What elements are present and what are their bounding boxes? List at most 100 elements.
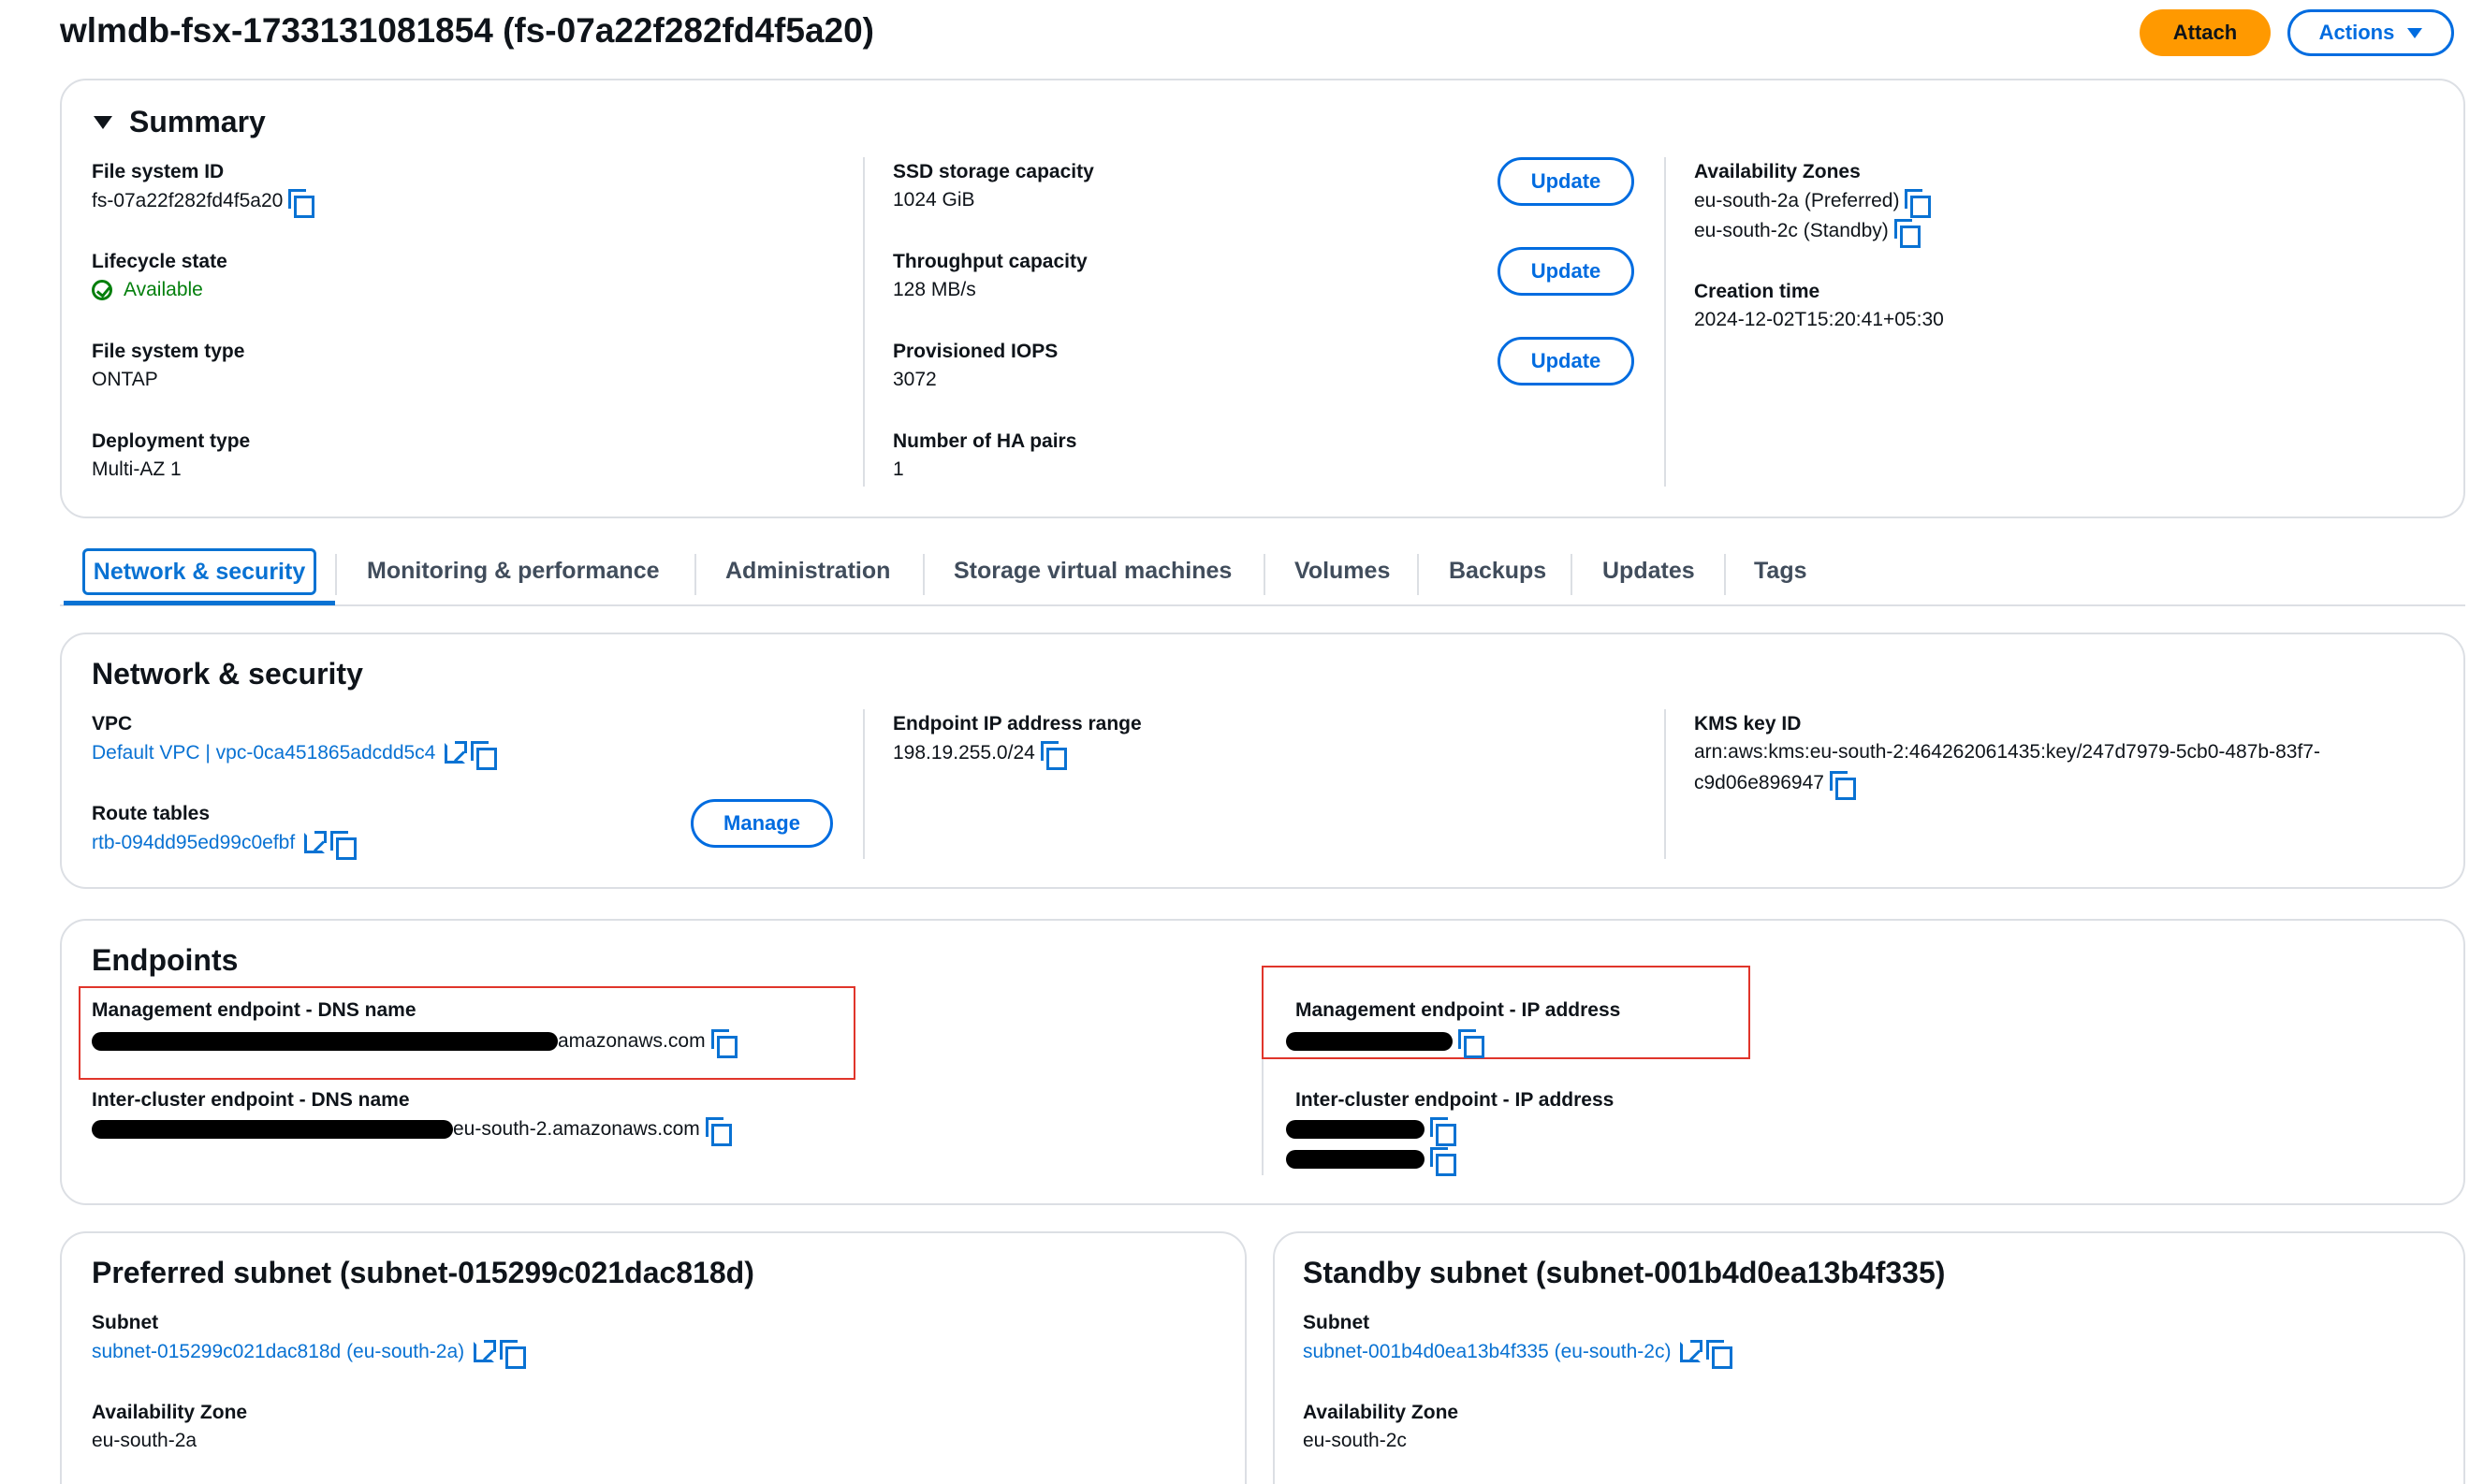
tab-monitoring-performance[interactable]: Monitoring & performance [367, 558, 660, 585]
update-storage-button[interactable]: Update [1498, 157, 1634, 206]
availability-zone-standby: eu-south-2c (Standby) [1694, 219, 1921, 248]
copy-icon[interactable] [1430, 1117, 1456, 1146]
external-link-icon[interactable] [304, 831, 328, 853]
tab-separator [1417, 554, 1419, 595]
copy-icon[interactable] [330, 831, 358, 860]
creation-time-label: Creation time [1694, 281, 1820, 302]
lifecycle-state-value: Available [92, 279, 203, 301]
actions-label: Actions [2318, 21, 2395, 44]
endpoint-ip-range-text: 198.19.255.0/24 [893, 742, 1035, 764]
external-link-icon[interactable] [445, 741, 468, 764]
vpc-link[interactable]: Default VPC | vpc-0ca451865adcdd5c4 [92, 741, 498, 770]
active-tab-indicator [64, 601, 335, 605]
creation-time-value: 2024-12-02T15:20:41+05:30 [1694, 309, 1944, 330]
intercluster-ip-value-2 [1286, 1147, 1456, 1176]
deployment-type-value: Multi-AZ 1 [92, 458, 182, 480]
copy-icon[interactable] [471, 741, 498, 770]
tab-volumes[interactable]: Volumes [1294, 558, 1390, 585]
copy-icon[interactable] [1905, 189, 1932, 218]
tab-separator [1264, 554, 1265, 595]
standby-subnet-text[interactable]: subnet-001b4d0ea13b4f335 (eu-south-2c) [1303, 1341, 1671, 1363]
copy-icon[interactable] [1829, 771, 1856, 800]
column-divider [1664, 709, 1666, 859]
file-system-id-label: File system ID [92, 161, 225, 182]
endpoint-ip-range-value: 198.19.255.0/24 [893, 741, 1067, 770]
redacted-block [92, 1032, 558, 1051]
network-security-heading: Network & security [92, 657, 363, 691]
caret-down-icon [2407, 27, 2423, 38]
manage-route-tables-button[interactable]: Manage [691, 799, 833, 848]
redacted-block [92, 1120, 453, 1139]
attach-button[interactable]: Attach [2140, 9, 2271, 56]
standby-az-value: eu-south-2c [1303, 1430, 1407, 1451]
mgmt-dns-value: amazonaws.com [92, 1029, 738, 1058]
kms-key-label: KMS key ID [1694, 713, 1802, 735]
route-table-link[interactable]: rtb-094dd95ed99c0efbf [92, 831, 358, 860]
standby-az-label: Availability Zone [1303, 1402, 1459, 1423]
actions-dropdown-button[interactable]: Actions [2287, 9, 2454, 56]
collapse-caret-icon[interactable] [94, 116, 112, 129]
az-preferred-text: eu-south-2a (Preferred) [1694, 190, 1900, 211]
provisioned-iops-label: Provisioned IOPS [893, 341, 1059, 362]
endpoints-heading: Endpoints [92, 943, 239, 977]
column-divider [1664, 157, 1666, 487]
tab-updates[interactable]: Updates [1602, 558, 1695, 585]
file-system-id-text: fs-07a22f282fd4f5a20 [92, 190, 284, 211]
vpc-text[interactable]: Default VPC | vpc-0ca451865adcdd5c4 [92, 742, 435, 764]
preferred-az-value: eu-south-2a [92, 1430, 197, 1451]
copy-icon[interactable] [288, 189, 315, 218]
summary-heading[interactable]: Summary [129, 105, 266, 139]
endpoint-ip-range-label: Endpoint IP address range [893, 713, 1142, 735]
preferred-subnet-text[interactable]: subnet-015299c021dac818d (eu-south-2a) [92, 1341, 464, 1363]
copy-icon[interactable] [500, 1340, 527, 1369]
ssd-storage-label: SSD storage capacity [893, 161, 1094, 182]
copy-icon[interactable] [1893, 219, 1921, 248]
copy-icon[interactable] [1706, 1340, 1733, 1369]
update-iops-button[interactable]: Update [1498, 337, 1634, 386]
file-system-type-value: ONTAP [92, 369, 158, 390]
status-success-icon [92, 280, 112, 300]
external-link-icon[interactable] [1680, 1340, 1703, 1362]
external-link-icon[interactable] [474, 1340, 497, 1362]
page-title: wlmdb-fsx-1733131081854 (fs-07a22f282fd4… [60, 11, 875, 50]
redacted-block [1286, 1120, 1425, 1139]
preferred-subnet-link[interactable]: subnet-015299c021dac818d (eu-south-2a) [92, 1340, 527, 1369]
mgmt-ip-label: Management endpoint - IP address [1295, 999, 1621, 1021]
throughput-label: Throughput capacity [893, 251, 1088, 272]
tab-separator [1571, 554, 1572, 595]
tab-network-security[interactable]: Network & security [82, 548, 316, 595]
route-tables-label: Route tables [92, 803, 211, 824]
mgmt-ip-value [1286, 1029, 1484, 1058]
kms-key-text: c9d06e896947 [1694, 772, 1824, 793]
availability-zones-label: Availability Zones [1694, 161, 1861, 182]
intercluster-dns-value: eu-south-2.amazonaws.com [92, 1117, 732, 1146]
ssd-storage-value: 1024 GiB [893, 189, 975, 211]
ha-pairs-value: 1 [893, 458, 904, 480]
route-table-text[interactable]: rtb-094dd95ed99c0efbf [92, 832, 295, 854]
tab-administration[interactable]: Administration [725, 558, 890, 585]
update-throughput-button[interactable]: Update [1498, 247, 1634, 296]
tab-separator [694, 554, 696, 595]
column-divider [863, 709, 865, 859]
standby-subnet-link[interactable]: subnet-001b4d0ea13b4f335 (eu-south-2c) [1303, 1340, 1733, 1369]
tab-separator [923, 554, 925, 595]
redacted-block [1286, 1032, 1453, 1051]
copy-icon[interactable] [710, 1029, 738, 1058]
copy-icon[interactable] [1430, 1147, 1456, 1176]
redacted-block [1286, 1150, 1425, 1169]
deployment-type-label: Deployment type [92, 430, 251, 452]
tab-storage-virtual-machines[interactable]: Storage virtual machines [954, 558, 1232, 585]
copy-icon[interactable] [1458, 1029, 1484, 1058]
tab-tags[interactable]: Tags [1754, 558, 1807, 585]
tab-backups[interactable]: Backups [1449, 558, 1546, 585]
copy-icon[interactable] [705, 1117, 732, 1146]
intercluster-ip-value-1 [1286, 1117, 1456, 1146]
intercluster-ip-label: Inter-cluster endpoint - IP address [1295, 1089, 1615, 1111]
availability-zone-preferred: eu-south-2a (Preferred) [1694, 189, 1932, 218]
throughput-value: 128 MB/s [893, 279, 976, 300]
copy-icon[interactable] [1040, 741, 1067, 770]
lifecycle-state-text: Available [124, 279, 203, 300]
file-system-type-label: File system type [92, 341, 245, 362]
column-divider [863, 157, 865, 487]
lifecycle-state-label: Lifecycle state [92, 251, 227, 272]
